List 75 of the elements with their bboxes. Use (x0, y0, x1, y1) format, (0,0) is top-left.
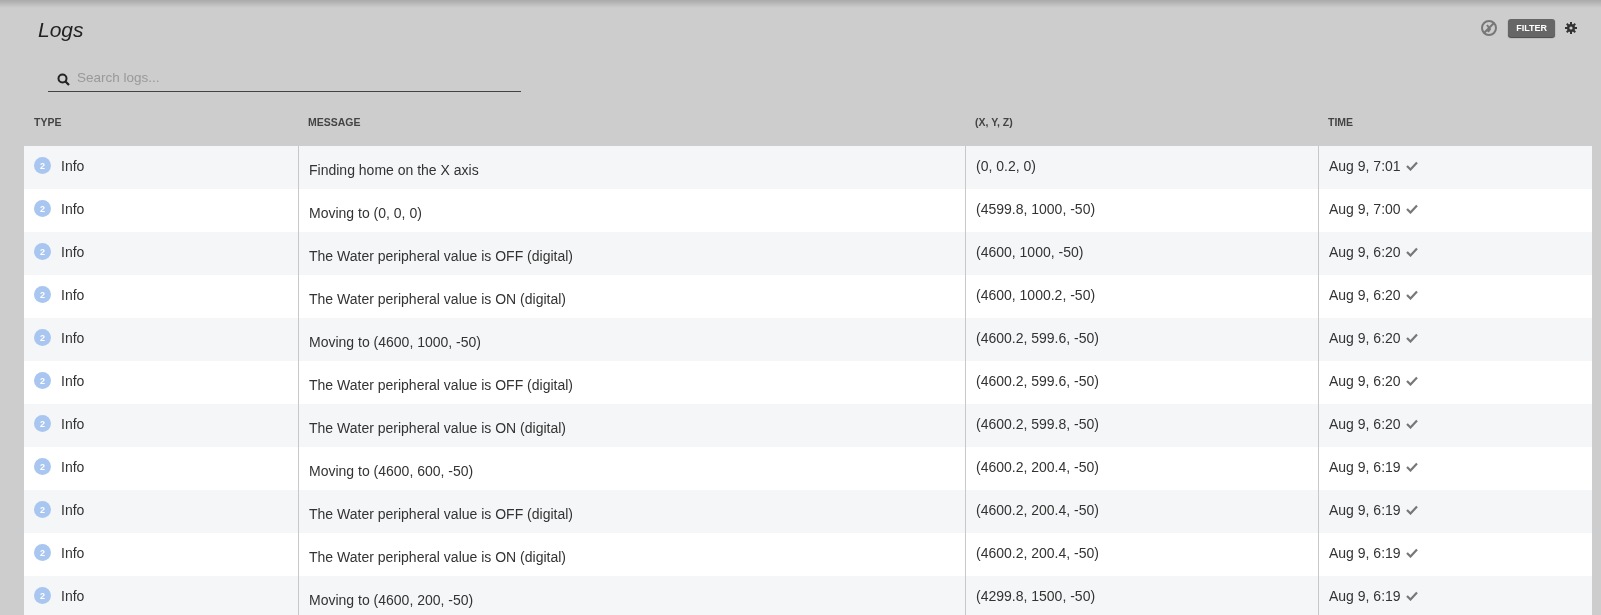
filter-button[interactable]: FILTER (1508, 19, 1555, 37)
log-position: (4600.2, 599.8, -50) (976, 415, 1099, 432)
log-type: Info (61, 544, 85, 561)
log-position: (4600.2, 200.4, -50) (976, 458, 1099, 475)
column-header: (X, Y, Z) (975, 116, 1013, 128)
check-icon (1405, 590, 1418, 601)
check-icon (1405, 160, 1418, 171)
log-message: Moving to (0, 0, 0) (309, 204, 422, 221)
log-time: Aug 9, 6:19 (1329, 587, 1401, 604)
log-type: Info (61, 372, 85, 389)
log-position: (4599.8, 1000, -50) (976, 200, 1096, 217)
crossed-circle-icon[interactable] (1480, 19, 1499, 37)
log-time: Aug 9, 6:20 (1329, 286, 1401, 303)
verbosity-badge: 2 (34, 243, 51, 260)
log-type: Info (61, 157, 85, 174)
check-icon (1405, 504, 1418, 515)
log-type: Info (61, 200, 85, 217)
settings-icon[interactable] (1565, 22, 1577, 34)
check-icon (1405, 375, 1418, 386)
log-message: Moving to (4600, 600, -50) (309, 462, 474, 479)
check-icon (1405, 547, 1418, 558)
check-icon (1405, 418, 1418, 429)
verbosity-badge: 2 (34, 458, 51, 475)
log-message: The Water peripheral value is ON (digital) (309, 290, 567, 307)
log-time: Aug 9, 6:19 (1329, 458, 1401, 475)
verbosity-badge: 2 (34, 286, 51, 303)
log-time: Aug 9, 6:19 (1329, 544, 1401, 561)
log-message: The Water peripheral value is ON (digital) (309, 548, 567, 565)
column-header: MESSAGE (308, 116, 361, 128)
column-header: TIME (1328, 116, 1354, 128)
log-type: Info (61, 243, 85, 260)
log-message: Moving to (4600, 200, -50) (309, 591, 474, 608)
log-type: Info (61, 501, 85, 518)
verbosity-badge: 2 (34, 501, 51, 518)
log-time: Aug 9, 6:20 (1329, 372, 1401, 389)
verbosity-badge: 2 (34, 544, 51, 561)
log-position: (4600.2, 599.6, -50) (976, 372, 1099, 389)
log-position: (0, 0.2, 0) (976, 157, 1036, 174)
column-header: TYPE (34, 116, 62, 128)
log-time: Aug 9, 6:19 (1329, 501, 1401, 518)
log-time: Aug 9, 6:20 (1329, 243, 1401, 260)
log-time: Aug 9, 7:00 (1329, 200, 1401, 217)
log-position: (4299.8, 1500, -50) (976, 587, 1096, 604)
check-icon (1405, 246, 1418, 257)
log-message: The Water peripheral value is OFF (digital) (309, 247, 574, 264)
page-title: Logs (38, 18, 84, 42)
log-type: Info (61, 458, 85, 475)
log-time: Aug 9, 7:01 (1329, 157, 1401, 174)
log-message: The Water peripheral value is OFF (digital) (309, 505, 574, 522)
log-message: Moving to (4600, 1000, -50) (309, 333, 481, 350)
log-position: (4600.2, 200.4, -50) (976, 544, 1099, 561)
log-type: Info (61, 286, 85, 303)
log-position: (4600, 1000.2, -50) (976, 286, 1096, 303)
log-type: Info (61, 329, 85, 346)
verbosity-badge: 2 (34, 372, 51, 389)
log-position: (4600.2, 599.6, -50) (976, 329, 1099, 346)
log-message: The Water peripheral value is OFF (digital) (309, 376, 574, 393)
verbosity-badge: 2 (34, 200, 51, 217)
search-icon (57, 73, 70, 86)
log-position: (4600.2, 200.4, -50) (976, 501, 1099, 518)
check-icon (1405, 203, 1418, 214)
log-message: The Water peripheral value is ON (digital) (309, 419, 567, 436)
verbosity-badge: 2 (34, 587, 51, 604)
check-icon (1405, 332, 1418, 343)
log-type: Info (61, 415, 85, 432)
log-time: Aug 9, 6:20 (1329, 415, 1401, 432)
log-type: Info (61, 587, 85, 604)
verbosity-badge: 2 (34, 329, 51, 346)
verbosity-badge: 2 (34, 415, 51, 432)
log-time: Aug 9, 6:20 (1329, 329, 1401, 346)
check-icon (1405, 289, 1418, 300)
check-icon (1405, 461, 1418, 472)
log-message: Finding home on the X axis (309, 161, 479, 178)
log-position: (4600, 1000, -50) (976, 243, 1084, 260)
verbosity-badge: 2 (34, 157, 51, 174)
